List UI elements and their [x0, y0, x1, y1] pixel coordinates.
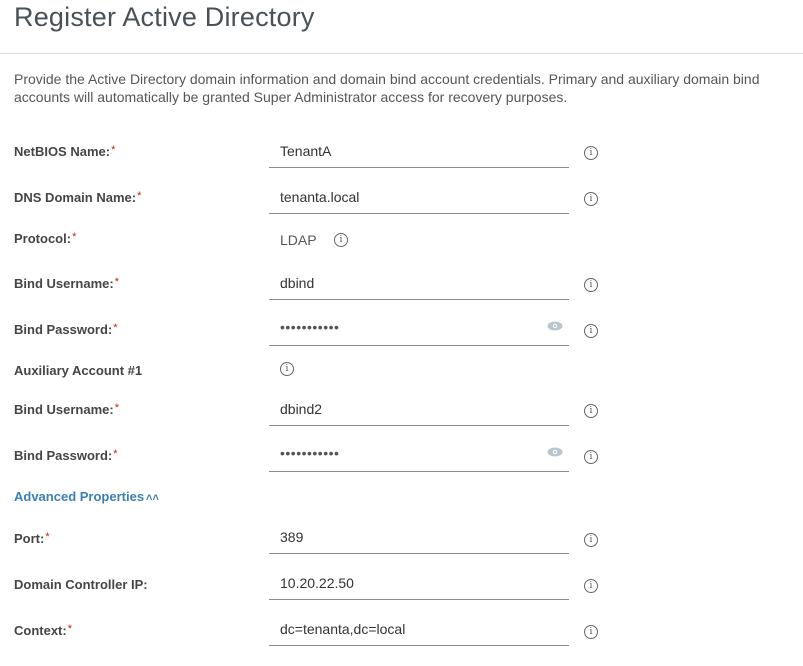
page-description: Provide the Active Directory domain info…: [14, 71, 760, 105]
dc-ip-input[interactable]: 10.20.22.50: [269, 569, 569, 600]
aux-account-heading: Auxiliary Account #1: [14, 363, 143, 378]
double-chevron-up-icon: ˄˄: [146, 492, 159, 504]
bind-password-value: •••••••••••: [280, 319, 340, 335]
aux-bind-username-input[interactable]: dbind2: [269, 395, 569, 426]
required-marker: *: [67, 623, 72, 635]
port-label-text: Port:: [14, 531, 45, 546]
info-icon[interactable]: i: [584, 278, 598, 292]
info-icon[interactable]: i: [584, 192, 598, 206]
required-marker: *: [114, 402, 119, 414]
context-row: Context:* dc=tenanta,dc=local i: [0, 615, 803, 646]
bind-username-row: Bind Username:* dbind i: [0, 269, 803, 300]
aux-bind-username-row: Bind Username:* dbind2 i: [0, 395, 803, 426]
port-row: Port:* 389 i: [0, 523, 803, 554]
info-icon[interactable]: i: [584, 625, 598, 639]
netbios-row: NetBIOS Name:* TenantA i: [0, 137, 803, 168]
required-marker: *: [114, 276, 119, 288]
required-marker: *: [45, 531, 50, 543]
context-label-text: Context:: [14, 623, 67, 638]
info-icon[interactable]: i: [280, 362, 294, 376]
required-marker: *: [111, 144, 116, 156]
context-label: Context:*: [14, 623, 72, 638]
netbios-label-text: NetBIOS Name:: [14, 144, 111, 159]
netbios-input[interactable]: TenantA: [269, 137, 569, 168]
bind-password-row: Bind Password:* ••••••••••• i: [0, 315, 803, 346]
required-marker: *: [113, 322, 118, 334]
aux-bind-password-input[interactable]: •••••••••••: [269, 441, 569, 472]
required-marker: *: [137, 190, 142, 202]
dns-value: tenanta.local: [280, 189, 360, 205]
port-input[interactable]: 389: [269, 523, 569, 554]
info-icon[interactable]: i: [584, 579, 598, 593]
info-icon[interactable]: i: [584, 324, 598, 338]
aux-bind-username-label: Bind Username:*: [14, 402, 119, 417]
aux-bind-username-label-text: Bind Username:: [14, 402, 114, 417]
info-icon[interactable]: i: [584, 450, 598, 464]
bind-username-label: Bind Username:*: [14, 276, 119, 291]
aux-bind-password-label: Bind Password:*: [14, 448, 118, 463]
bind-password-label: Bind Password:*: [14, 322, 118, 337]
advanced-properties-label: Advanced Properties: [14, 489, 145, 504]
required-marker: *: [72, 231, 77, 243]
dc-ip-value: 10.20.22.50: [280, 575, 354, 591]
port-value: 389: [280, 529, 304, 545]
netbios-label: NetBIOS Name:*: [14, 144, 115, 159]
dns-label: DNS Domain Name:*: [14, 190, 141, 205]
aux-bind-username-value: dbind2: [280, 401, 323, 417]
context-input[interactable]: dc=tenanta,dc=local: [269, 615, 569, 646]
protocol-row: Protocol:* LDAP i: [0, 224, 803, 254]
info-icon[interactable]: i: [584, 404, 598, 418]
dns-input[interactable]: tenanta.local: [269, 183, 569, 214]
dns-label-text: DNS Domain Name:: [14, 190, 137, 205]
dc-ip-row: Domain Controller IP: 10.20.22.50 i: [0, 569, 803, 600]
bind-username-input[interactable]: dbind: [269, 269, 569, 300]
protocol-label-text: Protocol:: [14, 231, 72, 246]
show-password-eye-icon[interactable]: [547, 321, 563, 331]
show-password-eye-icon[interactable]: [547, 447, 563, 457]
advanced-properties-toggle[interactable]: Advanced Properties ˄˄: [14, 489, 159, 504]
dns-row: DNS Domain Name:* tenanta.local i: [0, 183, 803, 214]
required-marker: *: [113, 448, 118, 460]
netbios-value: TenantA: [280, 143, 332, 159]
header-divider: [0, 53, 803, 54]
bind-username-label-text: Bind Username:: [14, 276, 114, 291]
info-icon[interactable]: i: [584, 533, 598, 547]
bind-username-value: dbind: [280, 275, 315, 291]
aux-bind-password-value: •••••••••••: [280, 445, 340, 461]
context-value: dc=tenanta,dc=local: [280, 621, 406, 637]
dc-ip-label: Domain Controller IP:: [14, 577, 148, 592]
aux-bind-password-row: Bind Password:* ••••••••••• i: [0, 441, 803, 472]
page-title: Register Active Directory: [14, 2, 315, 32]
protocol-value: LDAP: [280, 232, 317, 248]
protocol-label: Protocol:*: [14, 231, 76, 246]
bind-password-input[interactable]: •••••••••••: [269, 315, 569, 346]
port-label: Port:*: [14, 531, 50, 546]
aux-bind-password-label-text: Bind Password:: [14, 448, 113, 463]
aux-account-row: Auxiliary Account #1 i: [0, 355, 803, 385]
info-icon[interactable]: i: [584, 146, 598, 160]
info-icon[interactable]: i: [334, 233, 348, 247]
bind-password-label-text: Bind Password:: [14, 322, 113, 337]
